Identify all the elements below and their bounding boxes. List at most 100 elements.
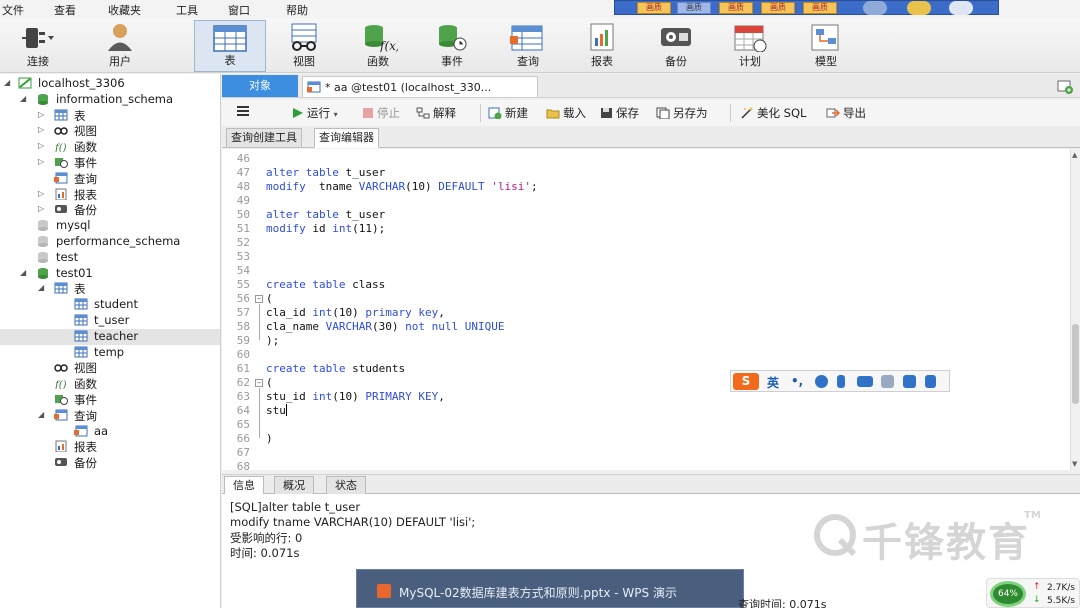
emoji-icon[interactable] xyxy=(815,375,828,388)
run-dropdown-icon[interactable]: ▾ xyxy=(334,110,338,119)
tree-item[interactable]: student xyxy=(0,297,220,313)
sql-editor[interactable]: 46 47 alter table t_user 48 modify tname VAR… xyxy=(222,149,1080,470)
menu-hamburger-icon[interactable] xyxy=(236,105,250,120)
expand-arrow-icon[interactable]: ▷ xyxy=(38,110,44,119)
code-line[interactable]: 56−( xyxy=(222,292,1072,306)
tab-profile[interactable]: 概况 xyxy=(274,476,314,495)
tree-item[interactable]: aa xyxy=(0,424,220,440)
tree-item[interactable]: ◢ localhost_3306 xyxy=(0,76,220,92)
code-line[interactable]: 68 xyxy=(222,460,1072,470)
tree-item[interactable]: 视图 xyxy=(0,360,220,376)
tree-item[interactable]: ▷ 备份 xyxy=(0,202,220,218)
keyboard-icon[interactable] xyxy=(857,376,873,387)
code-line[interactable]: 47 alter table t_user xyxy=(222,166,1072,180)
code-line[interactable]: 65 xyxy=(222,418,1072,432)
tree-item[interactable]: ◢ 表 xyxy=(0,281,220,297)
microphone-icon[interactable] xyxy=(837,375,845,388)
slide-thumb[interactable]: 画质 xyxy=(719,2,753,14)
ime-toolbar[interactable]: S 英 •, xyxy=(730,370,950,392)
code-line[interactable]: 53 xyxy=(222,250,1072,264)
wrench-icon[interactable] xyxy=(925,375,936,388)
event-button[interactable]: 事件 xyxy=(420,20,484,72)
tree-item[interactable]: temp xyxy=(0,345,220,361)
tab-objects[interactable]: 对象 xyxy=(222,75,298,97)
slide-thumb[interactable]: 画质 xyxy=(677,2,711,14)
schedule-button[interactable]: 计划 xyxy=(718,20,782,72)
collapse-arrow-icon[interactable]: ◢ xyxy=(38,283,44,292)
tree-item[interactable]: ▷ 视图 xyxy=(0,123,220,139)
save-button[interactable]: 保存 xyxy=(600,105,639,121)
tree-item[interactable]: f() 函数 xyxy=(0,376,220,392)
menu-window[interactable]: 窗口 xyxy=(228,2,250,18)
collapse-arrow-icon[interactable]: ◢ xyxy=(20,268,26,277)
save-as-button[interactable]: 另存为 xyxy=(656,105,708,121)
tree-item[interactable]: mysql xyxy=(0,218,220,234)
star-icon[interactable] xyxy=(907,1,931,15)
pen-icon[interactable] xyxy=(949,1,973,15)
code-line[interactable]: 58 cla_name VARCHAR(30) not null UNIQUE xyxy=(222,320,1072,334)
tree-item[interactable]: 事件 xyxy=(0,392,220,408)
menu-view[interactable]: 查看 xyxy=(54,2,76,18)
tab-message[interactable]: 信息 xyxy=(224,476,264,495)
view-button[interactable]: 视图 xyxy=(272,20,336,72)
beautify-sql-button[interactable]: 美化 SQL xyxy=(740,105,806,121)
ime-punct[interactable]: •, xyxy=(791,374,803,388)
model-button[interactable]: 模型 xyxy=(794,20,858,72)
code-line[interactable]: 51 modify id int(11); xyxy=(222,222,1072,236)
query-button[interactable]: 查询 xyxy=(496,20,560,72)
network-speed-widget[interactable]: 64% ↑ ↓ 2.7K/s 5.5K/s xyxy=(986,578,1080,608)
expand-arrow-icon[interactable]: ▷ xyxy=(38,141,44,150)
wps-taskbar-preview[interactable]: MySQL-02数据库建表方式和原则.pptx - WPS 演示 xyxy=(356,569,744,608)
ime-language[interactable]: 英 xyxy=(767,374,779,391)
sogou-logo-icon[interactable]: S xyxy=(733,373,759,390)
tree-item[interactable]: ◢ 查询 xyxy=(0,408,220,424)
code-line[interactable]: 60 xyxy=(222,348,1072,362)
connection-button[interactable]: 连接 xyxy=(6,20,70,72)
collapse-arrow-icon[interactable]: ◢ xyxy=(4,78,10,87)
code-line[interactable]: 64 stu xyxy=(222,404,1072,418)
collapse-arrow-icon[interactable]: ◢ xyxy=(38,410,44,419)
presenter-icon[interactable] xyxy=(863,1,887,15)
menu-favorites[interactable]: 收藏夹 xyxy=(108,2,141,18)
explain-button[interactable]: 解释 xyxy=(416,105,456,121)
editor-scroll-thumb[interactable] xyxy=(1072,324,1079,404)
expand-arrow-icon[interactable]: ▷ xyxy=(38,157,44,166)
code-line[interactable]: 52 xyxy=(222,236,1072,250)
tree-item[interactable]: 备份 xyxy=(0,455,220,471)
slide-thumb[interactable]: 画质 xyxy=(637,2,671,14)
stop-button[interactable]: 停止 xyxy=(362,105,400,121)
tree-item[interactable]: t_user xyxy=(0,313,220,329)
tab-query-builder[interactable]: 查询创建工具 xyxy=(226,128,302,148)
fold-toggle-icon[interactable]: − xyxy=(255,295,263,303)
menu-tools[interactable]: 工具 xyxy=(176,2,198,18)
code-line[interactable]: 63 stu_id int(10) PRIMARY KEY, xyxy=(222,390,1072,404)
shirt-icon[interactable] xyxy=(903,375,916,388)
code-line[interactable]: 46 xyxy=(222,152,1072,166)
menu-file[interactable]: 文件 xyxy=(2,2,24,18)
code-line[interactable]: 57 cla_id int(10) primary key, xyxy=(222,306,1072,320)
code-line[interactable]: 48 modify tname VARCHAR(10) DEFAULT 'lisi… xyxy=(222,180,1072,194)
code-line[interactable]: 55 create table class xyxy=(222,278,1072,292)
run-button[interactable]: 运行 ▾ xyxy=(292,105,338,121)
table-button[interactable]: 表 xyxy=(194,20,266,72)
code-line[interactable]: 67 xyxy=(222,446,1072,460)
code-line[interactable]: 54 xyxy=(222,264,1072,278)
skin-icon[interactable] xyxy=(881,375,894,388)
tab-query-aa[interactable]: * aa @test01 (localhost_330... xyxy=(302,76,538,97)
expand-arrow-icon[interactable]: ▷ xyxy=(38,204,44,213)
code-line[interactable]: 59); xyxy=(222,334,1072,348)
tree-item[interactable]: test xyxy=(0,250,220,266)
editor-scrollbar[interactable]: ▲ ▼ xyxy=(1070,149,1080,470)
scroll-up-icon[interactable]: ▲ xyxy=(1072,151,1077,159)
tree-item[interactable]: ◢ information_schema xyxy=(0,92,220,108)
code-line[interactable]: 49 xyxy=(222,194,1072,208)
fold-toggle-icon[interactable]: − xyxy=(255,379,263,387)
tree-item[interactable]: performance_schema xyxy=(0,234,220,250)
function-button[interactable]: f(x) 函数 xyxy=(346,20,410,72)
load-button[interactable]: 载入 xyxy=(546,105,586,121)
tab-query-editor[interactable]: 查询编辑器 xyxy=(314,128,379,148)
expand-arrow-icon[interactable]: ▷ xyxy=(38,189,44,198)
tree-item[interactable]: ▷ 报表 xyxy=(0,187,220,203)
new-tab-icon[interactable] xyxy=(1056,77,1074,95)
user-button[interactable]: 用户 xyxy=(88,20,152,72)
